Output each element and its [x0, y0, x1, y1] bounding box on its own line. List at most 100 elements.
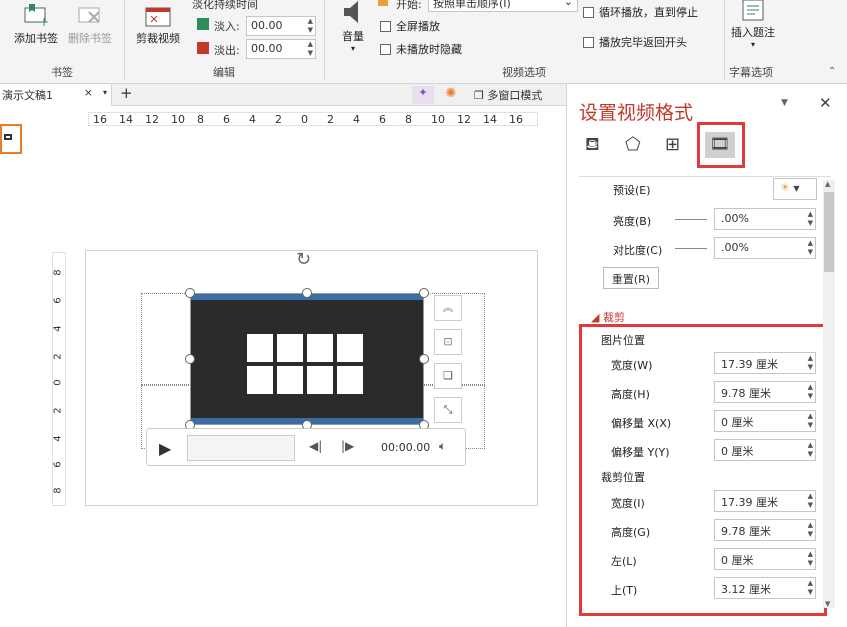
- play-icon[interactable]: ▶: [159, 439, 171, 458]
- pane-title: 设置视频格式: [579, 102, 694, 124]
- scroll-thumb[interactable]: [824, 192, 834, 272]
- slide-canvas[interactable]: ↻ ︽ ⊡ ❏ ⤡ ▶ ◀| |▶ 00:00.00 🔈︎: [85, 249, 538, 506]
- video-frame[interactable]: [190, 293, 424, 425]
- divider: [579, 176, 831, 177]
- checkbox-box: [583, 36, 594, 48]
- add-bookmark-icon: +: [24, 4, 49, 28]
- close-pane-icon[interactable]: ✕: [819, 94, 832, 112]
- fade-out-value: 00.00: [251, 42, 283, 55]
- ruler-tick-label: 4: [353, 113, 360, 126]
- scroll-down-icon[interactable]: ▼: [825, 600, 830, 608]
- fade-out-field[interactable]: 00.00 ▲ ▼: [246, 39, 316, 59]
- video-tile: [277, 334, 303, 362]
- ruler-tick-label: 6: [52, 461, 64, 468]
- left-value: 0 厘米: [721, 554, 754, 567]
- volume-button[interactable]: 音量 ▾: [330, 0, 376, 53]
- loop-label: 循环播放，直到停止: [599, 6, 698, 19]
- chevron-down-icon[interactable]: ▼: [781, 98, 788, 108]
- ruler-tick-label: 8: [197, 113, 204, 126]
- resize-handle[interactable]: [419, 354, 429, 364]
- resize-handle[interactable]: [302, 288, 312, 298]
- ruler-tick-label: 0: [52, 379, 64, 386]
- bookmark-group-label: 书签: [51, 66, 73, 79]
- add-tab-icon[interactable]: +: [120, 84, 133, 102]
- slide-thumbnail[interactable]: [0, 124, 22, 154]
- brightness-slider[interactable]: [675, 219, 707, 220]
- ruler-tick-label: 14: [483, 113, 497, 126]
- start-value: 按照单击顺序(I): [433, 0, 511, 10]
- crop-position-label: 裁剪位置: [601, 471, 645, 484]
- insert-caption-button[interactable]: 插入题注 ▾: [730, 0, 776, 49]
- rewind-checkbox[interactable]: 播放完毕返回开头: [583, 34, 687, 50]
- width-field[interactable]: 17.39 厘米 ▲ ▼: [714, 352, 816, 374]
- document-tab-bar: 演示文稿1 × ▾ + ✦ ✺ ❐ 多窗口模式: [0, 84, 566, 106]
- contrast-slider[interactable]: [675, 248, 707, 249]
- highlight-box: [697, 122, 745, 168]
- ruler-tick-label: 4: [52, 325, 64, 332]
- contrast-field[interactable]: .00% ▲ ▼: [714, 237, 816, 259]
- remove-bookmark-button[interactable]: 删除书签: [62, 2, 118, 46]
- close-icon[interactable]: ×: [84, 86, 93, 99]
- crop-icon[interactable]: ⊡: [434, 329, 462, 355]
- ruler-tick-label: 2: [52, 353, 64, 360]
- reset-button[interactable]: 重置(R): [603, 267, 659, 289]
- arrange-icon[interactable]: ❏: [434, 363, 462, 389]
- scroll-up-icon[interactable]: ▲: [825, 180, 830, 188]
- height-field[interactable]: 9.78 厘米 ▲ ▼: [714, 381, 816, 403]
- fullscreen-label: 全屏播放: [396, 20, 440, 33]
- crop-height-value: 9.78 厘米: [721, 525, 771, 538]
- crop-height-field[interactable]: 9.78 厘米 ▲ ▼: [714, 519, 816, 541]
- speaker-icon: [344, 1, 358, 23]
- multi-window-button[interactable]: ❐ 多窗口模式: [474, 87, 542, 103]
- document-tab[interactable]: 演示文稿1 × ▾: [0, 84, 112, 106]
- layout-options-icon[interactable]: ︽: [434, 295, 462, 321]
- resize-handle[interactable]: [419, 288, 429, 298]
- caption-group-label: 字幕选项: [729, 66, 773, 79]
- step-forward-icon[interactable]: |▶: [341, 439, 354, 453]
- checkbox-box: [583, 6, 594, 18]
- fade-in-field[interactable]: 00.00 ▲ ▼: [246, 16, 316, 36]
- progress-track[interactable]: [187, 435, 295, 461]
- brightness-field[interactable]: .00% ▲ ▼: [714, 208, 816, 230]
- start-dropdown[interactable]: 按照单击顺序(I) ⌄: [428, 0, 578, 12]
- vertical-ruler: 8 6 4 2 0 2 4 6 8: [52, 252, 66, 506]
- contrast-value: .00%: [721, 241, 749, 254]
- trim-video-button[interactable]: 剪裁视频: [130, 2, 186, 46]
- collapse-ribbon-icon[interactable]: ⌃: [828, 66, 836, 77]
- chevron-down-icon: ▾: [750, 40, 755, 49]
- magic-wand-icon[interactable]: ✦: [412, 86, 434, 104]
- fill-line-icon[interactable]: ⛾: [585, 134, 600, 158]
- fullscreen-checkbox[interactable]: 全屏播放: [380, 18, 440, 34]
- offset-y-value: 0 厘米: [721, 445, 754, 458]
- effects-icon[interactable]: ⬠: [625, 134, 641, 155]
- rotate-handle-icon[interactable]: ↻: [296, 249, 311, 270]
- loop-checkbox[interactable]: 循环播放，直到停止: [583, 4, 698, 20]
- resize-icon[interactable]: ⤡: [434, 397, 462, 423]
- add-bookmark-button[interactable]: + 添加书签: [8, 2, 64, 46]
- offset-x-field[interactable]: 0 厘米 ▲ ▼: [714, 410, 816, 432]
- preset-dropdown[interactable]: ☀ ▼: [773, 178, 817, 200]
- reset-label: 重置(R): [611, 273, 651, 286]
- ribbon: + 添加书签 删除书签 书签 剪裁视频 淡化持续时间 淡入: 00.00 ▲ ▼ …: [0, 0, 847, 84]
- step-back-icon[interactable]: ◀|: [309, 439, 322, 453]
- ruler-tick-label: 2: [52, 407, 64, 414]
- ruler-tick-label: 6: [223, 113, 230, 126]
- width-value: 17.39 厘米: [721, 358, 778, 371]
- crop-width-label: 宽度(I): [611, 497, 645, 510]
- chevron-down-icon[interactable]: ▾: [103, 88, 107, 97]
- resize-handle[interactable]: [185, 354, 195, 364]
- hide-not-playing-checkbox[interactable]: 未播放时隐藏: [380, 41, 462, 57]
- gear-icon[interactable]: ✺: [440, 86, 462, 104]
- resize-handle[interactable]: [185, 288, 195, 298]
- crop-width-field[interactable]: 17.39 厘米 ▲ ▼: [714, 490, 816, 512]
- add-bookmark-label: 添加书签: [14, 32, 58, 45]
- volume-icon[interactable]: 🔈︎: [439, 439, 446, 454]
- size-properties-icon[interactable]: ⊞: [665, 134, 680, 155]
- top-value: 3.12 厘米: [721, 583, 771, 596]
- ruler-tick-label: 6: [52, 297, 64, 304]
- left-field[interactable]: 0 厘米 ▲ ▼: [714, 548, 816, 570]
- offset-y-field[interactable]: 0 厘米 ▲ ▼: [714, 439, 816, 461]
- crop-section-header[interactable]: ◢ 裁剪: [591, 309, 625, 325]
- pane-scrollbar[interactable]: ▲ ▼: [823, 180, 835, 608]
- top-field[interactable]: 3.12 厘米 ▲ ▼: [714, 577, 816, 599]
